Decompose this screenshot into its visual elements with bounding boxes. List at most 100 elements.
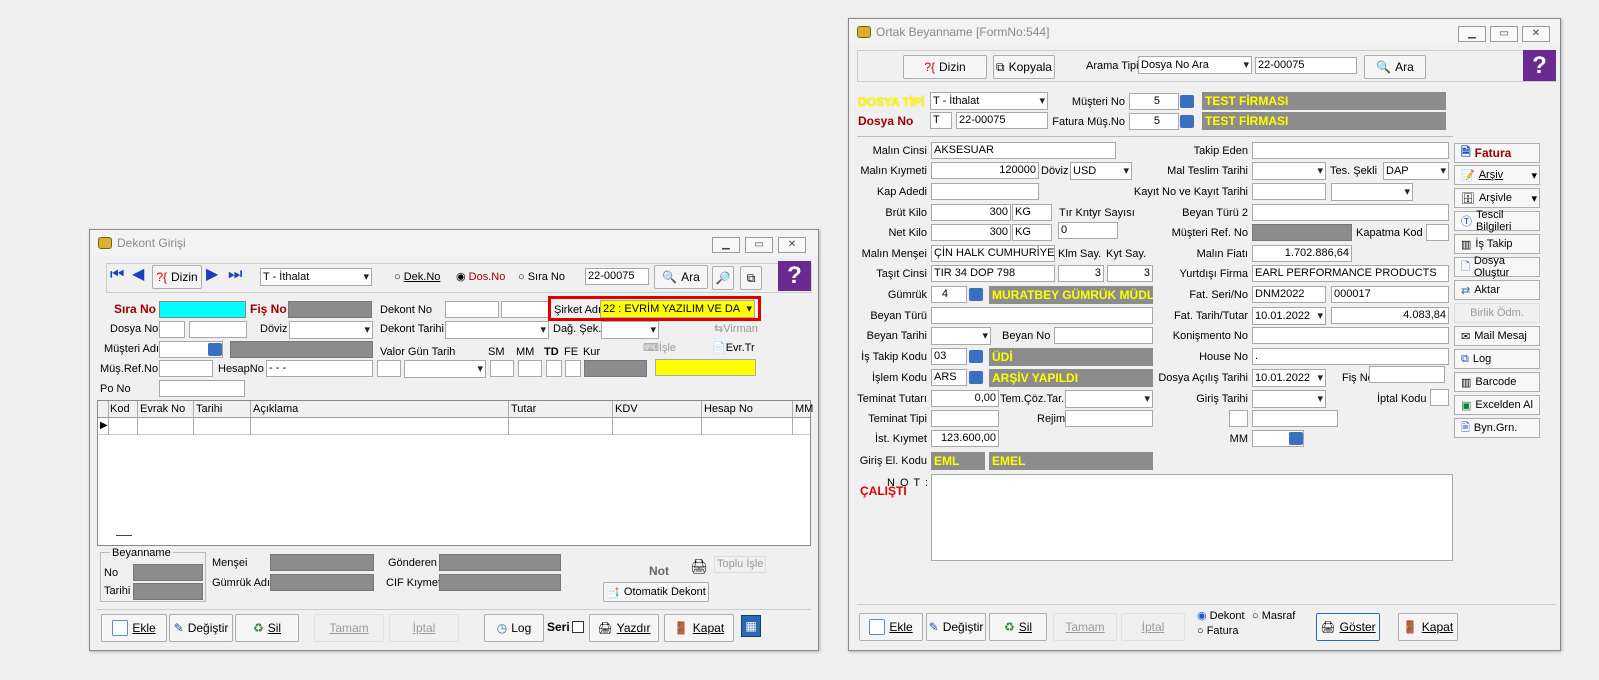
iptal-kodu-input[interactable] — [1430, 389, 1449, 406]
fis-no-input[interactable] — [1369, 366, 1445, 383]
fatura-button[interactable]: 🗎 Fatura — [1454, 143, 1540, 163]
kapat-button[interactable]: 🚪 Kapat — [1398, 613, 1458, 641]
arsiv-button[interactable]: 📝 Arşiv ▾ — [1454, 165, 1540, 185]
tescil-button[interactable]: Ⓣ Tescil Bilgileri — [1454, 209, 1540, 233]
kyt-say-input[interactable]: 3 — [1107, 265, 1153, 282]
malin-fiati-input[interactable]: 1.702.886,64 — [1252, 245, 1352, 262]
gumruk-kod-input[interactable]: 4 — [931, 286, 967, 303]
mus-ref-input[interactable] — [159, 360, 213, 377]
malin-cinsi-input[interactable]: AKSESUAR — [931, 142, 1116, 159]
dosya-no-input[interactable]: 22-00075 — [956, 112, 1048, 129]
dosya-prefix-input[interactable]: T — [930, 112, 952, 129]
teminat-tipi-input[interactable] — [931, 410, 999, 427]
arama-tipi-select[interactable]: Dosya No Ara — [1138, 56, 1252, 74]
kap-adedi-input[interactable] — [931, 183, 1039, 200]
radio-sira-no[interactable]: ○ Sıra No — [518, 270, 565, 285]
log-side-button[interactable]: ⧉ Log — [1454, 349, 1540, 369]
maximize-button[interactable]: ▭ — [1490, 26, 1518, 42]
fatura-mus-lookup-icon[interactable] — [1180, 115, 1194, 128]
arsivle-dropdown-icon[interactable]: ▾ — [1531, 192, 1539, 205]
close-button[interactable]: ✕ — [778, 237, 806, 253]
kapat-button[interactable]: 🚪 Kapat — [664, 614, 734, 642]
beyan-no-input[interactable] — [1054, 327, 1153, 344]
kopyala-button[interactable]: ⧉ Kopyala — [993, 55, 1055, 79]
prev-record-icon[interactable]: ◀ — [132, 267, 144, 283]
ekle-button[interactable]: Ekle — [859, 613, 923, 641]
evr-tr-button[interactable]: 📄Evr.Tr — [712, 341, 755, 356]
last-record-icon[interactable]: ⏭ — [228, 267, 242, 283]
net-kilo-input[interactable]: 300 — [931, 224, 1011, 241]
table-row[interactable]: ▶ — [98, 418, 810, 435]
kayit-tarihi-select[interactable] — [1331, 183, 1413, 201]
beyan-tarihi-select[interactable] — [931, 327, 991, 345]
copy-icon[interactable]: ⧉ — [740, 266, 762, 290]
mensei-input[interactable]: ÇİN HALK CUMHURİYET — [931, 245, 1055, 262]
tes-sekli-select[interactable]: DAP — [1383, 162, 1449, 180]
radio-dos-no[interactable]: ◉ Dos.No — [456, 270, 505, 285]
search-input[interactable]: 22-00075 — [585, 268, 649, 285]
fat-seri-input[interactable]: DNM2022 — [1252, 286, 1326, 303]
kur-yellow-field[interactable] — [655, 359, 756, 376]
dosya-tipi-select[interactable]: T - İthalat — [930, 92, 1048, 110]
first-record-icon[interactable]: ⏮ — [110, 267, 124, 283]
iptal-button[interactable]: İptal — [1121, 613, 1185, 641]
dosya-prefix-input[interactable] — [159, 321, 185, 338]
dekont-no-input[interactable] — [445, 301, 499, 318]
rejim-input[interactable] — [1065, 410, 1153, 427]
birlik-odm-button[interactable]: Birlik Ödm. — [1454, 303, 1540, 323]
musteri-lookup-icon[interactable] — [208, 343, 222, 356]
byn-grn-button[interactable]: 🗎 Byn.Grn. — [1454, 418, 1540, 438]
musteri-lookup-icon[interactable] — [1180, 95, 1194, 108]
giris-tarihi-select[interactable] — [1252, 390, 1326, 408]
tasit-cinsi-input[interactable]: TIR 34 DOP 798 — [931, 265, 1055, 282]
isle-button[interactable]: ⌨İşle — [643, 341, 676, 356]
fat-tutar-input[interactable]: 4.083,84 — [1331, 307, 1449, 324]
barcode-button[interactable]: ▥ Barcode — [1454, 372, 1540, 392]
yurtdisi-firma-input[interactable]: EARL PERFORMANCE PRODUCTS — [1252, 265, 1449, 282]
valor-gun-input[interactable] — [377, 360, 401, 377]
aktar-button[interactable]: ⇄ Aktar — [1454, 280, 1540, 300]
dosya-olustur-button[interactable]: 🗋 Dosya Oluştur — [1454, 255, 1540, 279]
malin-kiymeti-input[interactable]: 120000 — [931, 162, 1039, 179]
kayit-no-input[interactable] — [1252, 183, 1326, 200]
doviz-select[interactable] — [289, 321, 373, 339]
degistir-button[interactable]: ✎ Değiştir — [926, 613, 986, 641]
teminat-tutari-input[interactable]: 0,00 — [931, 390, 999, 407]
help-icon[interactable]: ? — [1523, 50, 1556, 81]
yazdir-button[interactable]: 🖨 Yazdır — [589, 614, 659, 642]
mm-lookup-icon[interactable] — [1289, 432, 1303, 445]
goster-button[interactable]: 🖨 Göster — [1316, 613, 1380, 641]
minimize-button[interactable]: ▁ — [712, 237, 740, 253]
maximize-button[interactable]: ▭ — [745, 237, 773, 253]
net-unit[interactable]: KG — [1012, 224, 1052, 241]
col-kdv[interactable]: KDV — [615, 402, 638, 417]
col-tutar[interactable]: Tutar — [511, 402, 536, 417]
col-mm[interactable]: MM — [795, 402, 813, 417]
col-evrak-no[interactable]: Evrak No — [140, 402, 185, 417]
is-takip-kod-input[interactable]: 03 — [931, 348, 967, 365]
col-aciklama[interactable]: Açıklama — [253, 402, 298, 417]
is-takip-lookup-icon[interactable] — [969, 350, 983, 363]
doviz-select[interactable]: USD — [1070, 162, 1132, 180]
valor-tarih-select[interactable] — [404, 360, 486, 378]
radio-masraf[interactable]: ○ Masraf — [1252, 609, 1295, 624]
sil-button[interactable]: ♻ Sil — [235, 614, 299, 642]
radio-fatura[interactable]: ○ Fatura — [1197, 624, 1239, 639]
sil-button[interactable]: ♻ Sil — [989, 613, 1047, 641]
dag-sek-select[interactable] — [601, 321, 659, 339]
musteri-no-input[interactable]: 5 — [1129, 93, 1179, 110]
tem-coz-tar-select[interactable] — [1065, 390, 1153, 408]
virman-button[interactable]: ⇆Virman — [714, 322, 758, 337]
close-button[interactable]: ✕ — [1522, 26, 1550, 42]
calculator-icon[interactable]: ▦ — [741, 615, 761, 637]
tamam-button[interactable]: Tamam — [314, 614, 384, 642]
arsiv-dropdown-icon[interactable]: ▾ — [1531, 169, 1539, 182]
find-icon[interactable]: 🔎 — [712, 266, 734, 290]
extra-input[interactable] — [1252, 410, 1338, 427]
col-tarihi[interactable]: Tarihi — [196, 402, 222, 417]
dizin-button[interactable]: ?{Dizin — [903, 55, 987, 79]
islem-lookup-icon[interactable] — [969, 371, 983, 384]
ekle-button[interactable]: Ekle — [101, 614, 167, 642]
fat-no-input[interactable]: 000017 — [1331, 286, 1449, 303]
fatura-mus-input[interactable]: 5 — [1129, 113, 1179, 130]
